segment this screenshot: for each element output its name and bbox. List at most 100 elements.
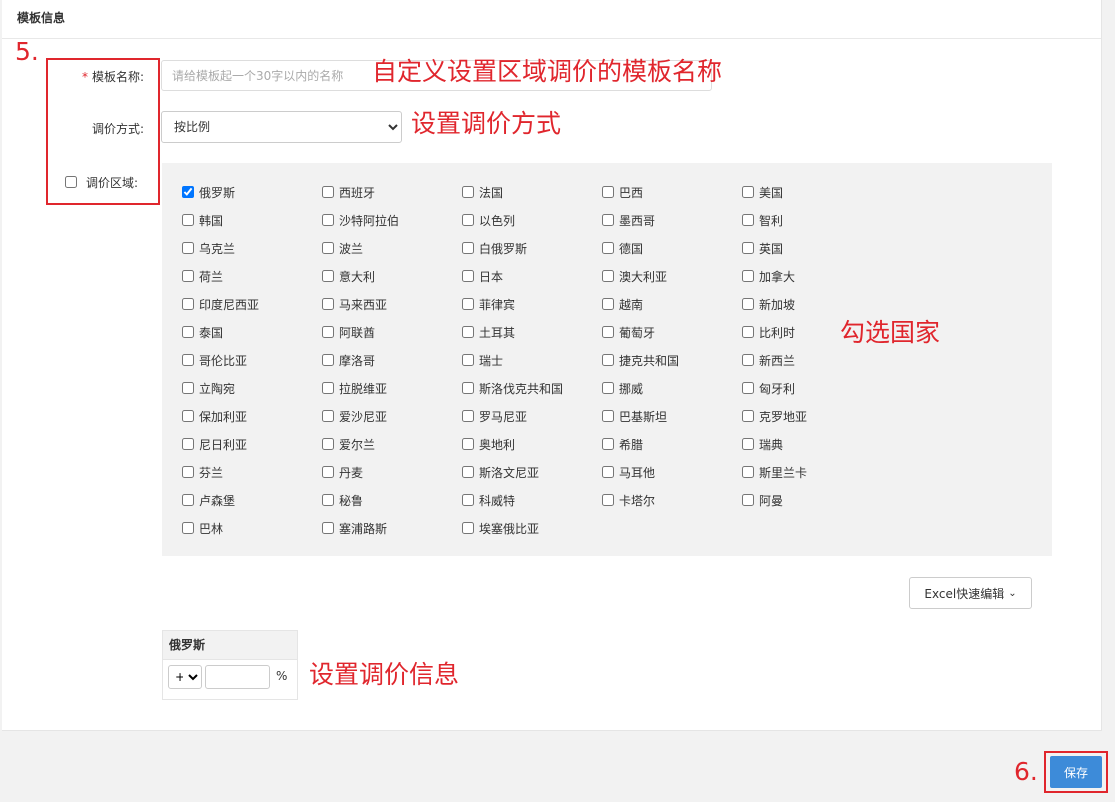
country-item[interactable]: 英国 <box>742 234 882 262</box>
country-checkbox[interactable] <box>462 466 474 478</box>
country-checkbox[interactable] <box>462 214 474 226</box>
country-item[interactable]: 立陶宛 <box>182 374 322 402</box>
country-item[interactable]: 法国 <box>462 178 602 206</box>
country-item[interactable]: 斯洛伐克共和国 <box>462 374 602 402</box>
country-item[interactable]: 乌克兰 <box>182 234 322 262</box>
country-checkbox[interactable] <box>182 186 194 198</box>
country-item[interactable]: 马耳他 <box>602 458 742 486</box>
country-item[interactable]: 日本 <box>462 262 602 290</box>
country-checkbox[interactable] <box>602 214 614 226</box>
country-item[interactable]: 智利 <box>742 206 882 234</box>
country-item[interactable]: 俄罗斯 <box>182 178 322 206</box>
country-checkbox[interactable] <box>182 466 194 478</box>
country-checkbox[interactable] <box>602 270 614 282</box>
country-checkbox[interactable] <box>322 186 334 198</box>
country-checkbox[interactable] <box>182 242 194 254</box>
country-checkbox[interactable] <box>742 270 754 282</box>
country-checkbox[interactable] <box>742 410 754 422</box>
country-item[interactable]: 保加利亚 <box>182 402 322 430</box>
percent-input[interactable] <box>205 665 270 689</box>
country-item[interactable]: 意大利 <box>322 262 462 290</box>
country-item[interactable]: 新西兰 <box>742 346 882 374</box>
country-item[interactable]: 爱沙尼亚 <box>322 402 462 430</box>
country-item[interactable]: 荷兰 <box>182 262 322 290</box>
country-item[interactable]: 巴西 <box>602 178 742 206</box>
country-checkbox[interactable] <box>602 410 614 422</box>
country-item[interactable]: 墨西哥 <box>602 206 742 234</box>
country-checkbox[interactable] <box>742 382 754 394</box>
country-item[interactable]: 土耳其 <box>462 318 602 346</box>
country-item[interactable]: 摩洛哥 <box>322 346 462 374</box>
country-item[interactable]: 哥伦比亚 <box>182 346 322 374</box>
country-item[interactable]: 希腊 <box>602 430 742 458</box>
country-item[interactable]: 斯洛文尼亚 <box>462 458 602 486</box>
pricing-method-select[interactable]: 按比例 <box>161 111 402 143</box>
country-item[interactable]: 泰国 <box>182 318 322 346</box>
country-item[interactable]: 卢森堡 <box>182 486 322 514</box>
country-item[interactable]: 澳大利亚 <box>602 262 742 290</box>
country-item[interactable]: 匈牙利 <box>742 374 882 402</box>
country-item[interactable]: 秘鲁 <box>322 486 462 514</box>
country-checkbox[interactable] <box>322 242 334 254</box>
country-checkbox[interactable] <box>742 438 754 450</box>
country-checkbox[interactable] <box>742 326 754 338</box>
country-checkbox[interactable] <box>182 298 194 310</box>
country-item[interactable]: 加拿大 <box>742 262 882 290</box>
country-checkbox[interactable] <box>322 522 334 534</box>
country-item[interactable]: 拉脱维亚 <box>322 374 462 402</box>
country-checkbox[interactable] <box>602 494 614 506</box>
country-checkbox[interactable] <box>742 466 754 478</box>
country-checkbox[interactable] <box>182 214 194 226</box>
country-checkbox[interactable] <box>742 214 754 226</box>
country-checkbox[interactable] <box>602 242 614 254</box>
country-checkbox[interactable] <box>602 438 614 450</box>
country-checkbox[interactable] <box>602 354 614 366</box>
country-checkbox[interactable] <box>322 298 334 310</box>
country-item[interactable]: 菲律宾 <box>462 290 602 318</box>
country-checkbox[interactable] <box>462 354 474 366</box>
country-checkbox[interactable] <box>462 522 474 534</box>
country-checkbox[interactable] <box>182 270 194 282</box>
country-checkbox[interactable] <box>182 410 194 422</box>
country-item[interactable]: 瑞典 <box>742 430 882 458</box>
operator-select[interactable]: + <box>168 665 202 689</box>
country-item[interactable]: 美国 <box>742 178 882 206</box>
country-checkbox[interactable] <box>742 242 754 254</box>
country-checkbox[interactable] <box>182 438 194 450</box>
country-checkbox[interactable] <box>462 326 474 338</box>
country-item[interactable]: 阿联酋 <box>322 318 462 346</box>
country-item[interactable]: 科威特 <box>462 486 602 514</box>
country-item[interactable]: 瑞士 <box>462 346 602 374</box>
country-item[interactable]: 爱尔兰 <box>322 430 462 458</box>
country-checkbox[interactable] <box>602 382 614 394</box>
country-item[interactable]: 斯里兰卡 <box>742 458 882 486</box>
country-item[interactable]: 克罗地亚 <box>742 402 882 430</box>
country-checkbox[interactable] <box>742 186 754 198</box>
country-checkbox[interactable] <box>182 494 194 506</box>
country-item[interactable]: 罗马尼亚 <box>462 402 602 430</box>
country-checkbox[interactable] <box>322 494 334 506</box>
country-item[interactable]: 挪威 <box>602 374 742 402</box>
country-item[interactable]: 埃塞俄比亚 <box>462 514 602 542</box>
country-checkbox[interactable] <box>742 494 754 506</box>
country-item[interactable]: 马来西亚 <box>322 290 462 318</box>
country-item[interactable]: 白俄罗斯 <box>462 234 602 262</box>
country-checkbox[interactable] <box>462 382 474 394</box>
country-checkbox[interactable] <box>322 466 334 478</box>
country-item[interactable]: 芬兰 <box>182 458 322 486</box>
country-checkbox[interactable] <box>322 354 334 366</box>
country-item[interactable]: 奥地利 <box>462 430 602 458</box>
country-checkbox[interactable] <box>322 270 334 282</box>
country-checkbox[interactable] <box>462 270 474 282</box>
country-item[interactable]: 巴基斯坦 <box>602 402 742 430</box>
country-checkbox[interactable] <box>602 326 614 338</box>
country-checkbox[interactable] <box>182 522 194 534</box>
country-item[interactable]: 塞浦路斯 <box>322 514 462 542</box>
country-item[interactable]: 越南 <box>602 290 742 318</box>
country-item[interactable]: 葡萄牙 <box>602 318 742 346</box>
country-checkbox[interactable] <box>742 298 754 310</box>
country-item[interactable]: 新加坡 <box>742 290 882 318</box>
country-checkbox[interactable] <box>322 382 334 394</box>
country-item[interactable]: 捷克共和国 <box>602 346 742 374</box>
country-checkbox[interactable] <box>462 186 474 198</box>
